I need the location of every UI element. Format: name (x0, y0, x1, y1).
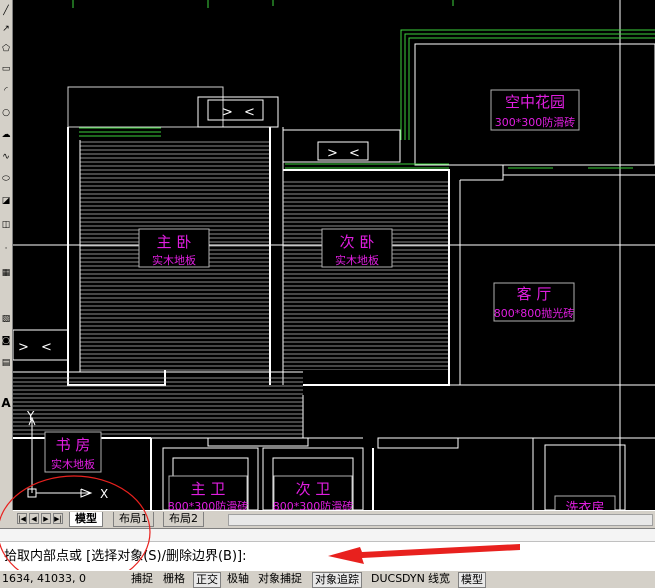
tab-layout1[interactable]: 布局1 (113, 512, 154, 527)
point-tool-icon[interactable]: · (1, 242, 11, 256)
svg-text:实木地板: 实木地板 (152, 253, 196, 267)
room-label-living-room: 客 厅 800*800抛光砖 (493, 282, 575, 322)
table-tool-icon[interactable]: ▤ (1, 356, 11, 370)
polygon-tool-icon[interactable]: ⬠ (1, 42, 11, 56)
command-window[interactable]: 拾取内部点或 [选择对象(S)/删除边界(B)]: (0, 528, 655, 571)
study-floor (13, 375, 303, 435)
room-label-master-bedroom: 主 卧 实木地板 (138, 228, 210, 268)
ucs-x-label: X (100, 487, 108, 501)
circle-tool-icon[interactable]: ○ (1, 106, 11, 120)
ellipse-tool-icon[interactable]: ⬭ (1, 172, 11, 186)
svg-text:<: < (41, 340, 52, 355)
status-bar: 1634, 41033, 0 捕捉 栅格 正交 极轴 对象捕捉 对象追踪 DUC… (0, 570, 655, 588)
region-tool-icon[interactable]: ◙ (1, 334, 11, 348)
ucs-y-label: Y (26, 409, 35, 423)
layout-tabs-bar: |◀ ◀ ▶ ▶| 模型 布局1 布局2 (13, 510, 655, 527)
svg-text:>: > (18, 340, 29, 355)
svg-text:实木地板: 实木地板 (335, 253, 379, 267)
status-grid-button[interactable]: 栅格 (161, 572, 187, 586)
command-prompt[interactable]: 拾取内部点或 [选择对象(S)/删除边界(B)]: (4, 545, 247, 564)
svg-text:书 房: 书 房 (56, 436, 91, 454)
svg-text:主 卫: 主 卫 (191, 480, 226, 498)
status-dyn-button[interactable]: DYN (400, 572, 427, 586)
svg-text:800*300防滑砖: 800*300防滑砖 (273, 499, 354, 510)
rectangle-tool-icon[interactable]: ▭ (1, 62, 11, 76)
status-ducs-button[interactable]: DUCS (369, 572, 404, 586)
svg-text:次 卫: 次 卫 (296, 480, 331, 498)
svg-text:>: > (327, 146, 338, 161)
spline-tool-icon[interactable]: ∿ (1, 150, 11, 164)
room-label-second-bath: 次 卫 800*300防滑砖 (273, 475, 354, 510)
room-label-second-bedroom: 次 卧 实木地板 (321, 228, 393, 268)
svg-text:800*800抛光砖: 800*800抛光砖 (494, 306, 575, 320)
svg-text:空中花园: 空中花园 (505, 93, 565, 111)
hatch-tool-icon[interactable]: ▦ (1, 266, 11, 280)
room-label-study: 书 房 实木地板 (44, 431, 102, 473)
revision-cloud-tool-icon[interactable]: ☁ (1, 128, 11, 142)
second-bedroom-floor (283, 180, 448, 370)
drawing-canvas[interactable]: > < > < > < Y X 主 卧 实木地板 次 卧 实木地板 客 厅 80… (13, 0, 655, 510)
last-tab-icon[interactable]: ▶| (53, 513, 63, 524)
tab-layout2[interactable]: 布局2 (163, 512, 204, 527)
insert-block-tool-icon[interactable]: ◪ (1, 194, 11, 208)
line-tool-icon[interactable]: ╱ (1, 4, 11, 18)
svg-text:<: < (349, 146, 360, 161)
status-polar-button[interactable]: 极轴 (225, 572, 251, 586)
svg-text:实木地板: 实木地板 (51, 457, 95, 471)
svg-text:300*300防滑砖: 300*300防滑砖 (495, 115, 576, 129)
svg-text:客 厅: 客 厅 (517, 285, 552, 303)
svg-text:洗衣房: 洗衣房 (565, 500, 604, 510)
room-label-master-bath: 主 卫 800*300防滑砖 (168, 475, 249, 510)
room-label-garden: 空中花园 300*300防滑砖 (490, 89, 580, 131)
svg-text:主 卧: 主 卧 (157, 233, 192, 251)
first-tab-icon[interactable]: |◀ (17, 513, 27, 524)
coordinate-readout: 1634, 41033, 0 (2, 572, 86, 585)
master-bay-window (67, 86, 224, 128)
room-label-laundry: 洗衣房 (554, 495, 616, 510)
next-tab-icon[interactable]: ▶ (41, 513, 51, 524)
status-snap-button[interactable]: 捕捉 (129, 572, 155, 586)
svg-text:<: < (244, 105, 255, 120)
make-block-tool-icon[interactable]: ◫ (1, 218, 11, 232)
prev-tab-icon[interactable]: ◀ (29, 513, 39, 524)
arc-tool-icon[interactable]: ◜ (1, 84, 11, 98)
floor-plan-drawing[interactable]: > < > < > < Y X 主 卧 实木地板 次 卧 实木地板 客 厅 80… (13, 0, 655, 510)
status-lineweight-button[interactable]: 线宽 (426, 572, 452, 586)
master-window (79, 127, 161, 137)
tab-model[interactable]: 模型 (69, 512, 103, 527)
draw-toolbar: ╱ ↗ ⬠ ▭ ◜ ○ ☁ ∿ ⬭ ◪ ◫ · ▦ ▧ ◙ ▤ A (0, 0, 13, 510)
gradient-tool-icon[interactable]: ▧ (1, 312, 11, 326)
polyline-tool-icon[interactable]: ↗ (1, 22, 11, 36)
horizontal-scrollbar[interactable] (228, 514, 653, 526)
svg-text:>: > (222, 105, 233, 120)
command-history (0, 529, 655, 542)
svg-text:次 卧: 次 卧 (340, 233, 375, 251)
svg-text:800*300防滑砖: 800*300防滑砖 (168, 499, 249, 510)
status-osnap-button[interactable]: 对象捕捉 (256, 572, 304, 586)
multiline-text-tool-icon[interactable]: A (1, 396, 11, 410)
